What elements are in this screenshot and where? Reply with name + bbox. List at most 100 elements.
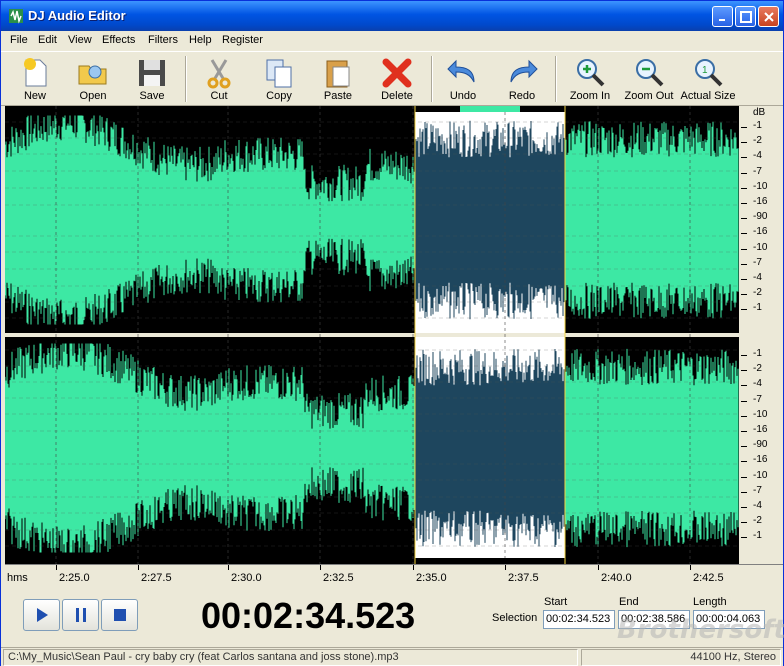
- menu-effects[interactable]: Effects: [102, 34, 135, 46]
- menu-view[interactable]: View: [68, 34, 92, 46]
- top-channel-db-label: -4: [753, 272, 762, 283]
- db-tick: [741, 187, 747, 189]
- stop-icon: [114, 609, 126, 621]
- selection-label: Selection: [492, 612, 538, 624]
- ruler-tick-label: 2:27.5: [141, 572, 172, 584]
- toolbar-separator: [555, 56, 557, 102]
- open-button[interactable]: Open: [71, 54, 115, 104]
- ruler-tick-label: 2:35.0: [416, 572, 447, 584]
- copy-icon: [266, 59, 292, 88]
- play-button[interactable]: [23, 599, 60, 631]
- db-tick: [741, 446, 747, 448]
- selection-top-marker: [460, 106, 520, 112]
- zoom-in-button[interactable]: Zoom In: [567, 54, 613, 104]
- ruler-tick: [56, 565, 57, 570]
- window-title: DJ Audio Editor: [28, 8, 126, 23]
- bottom-channel-db-label: -16: [753, 454, 768, 466]
- zoom-in-icon: [577, 59, 605, 87]
- delete-button[interactable]: Delete: [375, 54, 419, 104]
- pause-button[interactable]: [62, 599, 99, 631]
- ruler-tick-label: 2:25.0: [59, 572, 90, 584]
- zoom-out-button[interactable]: Zoom Out: [623, 54, 675, 104]
- bottom-channel-db-label: -2: [753, 363, 762, 375]
- menu-help[interactable]: Help: [189, 34, 212, 46]
- minimize-button[interactable]: [712, 6, 733, 27]
- db-tick: [741, 415, 747, 417]
- title-bar[interactable]: DJ Audio Editor: [1, 1, 783, 31]
- top-channel-db-label: -16: [753, 196, 768, 207]
- db-tick: [741, 203, 747, 204]
- top-channel-db-label: -10: [753, 241, 768, 253]
- ruler-tick: [138, 565, 139, 570]
- menu-bar: File Edit View Effects Filters Help Regi…: [1, 31, 783, 51]
- start-label: Start: [544, 596, 568, 608]
- cut-button[interactable]: Cut: [199, 54, 239, 104]
- top-channel-db-label: -2: [753, 287, 762, 299]
- svg-text:1: 1: [702, 65, 708, 76]
- db-tick: [741, 461, 747, 463]
- status-audio-format: 44100 Hz, Stereo: [581, 649, 781, 666]
- time-ruler[interactable]: hms 2:25.0 2:27.5 2:30.0 2:32.5 2:35.0 2:37.5…: [5, 564, 783, 589]
- db-tick: [741, 385, 747, 387]
- bottom-channel-db-label: -4: [753, 378, 762, 390]
- db-tick: [741, 309, 747, 311]
- pause-icon: [76, 608, 86, 622]
- status-bar: C:\My_Music\Sean Paul - cry baby cry (fe…: [1, 647, 783, 666]
- top-channel-db-label: -4: [753, 150, 762, 162]
- toolbar-separator: [185, 56, 187, 102]
- db-tick: [741, 522, 747, 524]
- redo-button[interactable]: Redo: [501, 54, 543, 104]
- db-tick: [741, 355, 747, 356]
- db-tick: [741, 476, 747, 478]
- stop-button[interactable]: [101, 599, 138, 631]
- actual-size-button[interactable]: 1 Actual Size: [679, 54, 737, 104]
- maximize-button[interactable]: [735, 6, 756, 27]
- undo-arrow-icon: [447, 59, 475, 83]
- menu-register[interactable]: Register: [222, 34, 263, 46]
- waveform-view[interactable]: [5, 106, 739, 564]
- ruler-tick-label: 2:37.5: [508, 572, 539, 584]
- top-channel-selection-core: [415, 185, 565, 255]
- close-button[interactable]: [758, 6, 779, 27]
- menu-edit[interactable]: Edit: [38, 34, 57, 46]
- ruler-tick: [320, 565, 321, 570]
- minimize-icon: [719, 19, 725, 21]
- open-folder-icon: [78, 65, 107, 85]
- top-channel-db-label: -10: [753, 180, 768, 192]
- db-tick: [741, 431, 747, 432]
- db-tick: [741, 400, 747, 402]
- waveform-canvas[interactable]: [5, 106, 739, 564]
- db-tick: [741, 172, 747, 174]
- save-disk-icon: [139, 60, 165, 86]
- db-tick: [741, 248, 747, 250]
- bottom-channel-db-label: -16: [753, 424, 768, 435]
- db-tick: [741, 263, 747, 265]
- new-file-icon: [24, 58, 47, 87]
- bottom-channel-db-label: -1: [753, 530, 762, 542]
- ruler-tick: [505, 565, 506, 570]
- paste-button[interactable]: Paste: [317, 54, 359, 104]
- length-label: Length: [693, 596, 727, 608]
- menu-filters[interactable]: Filters: [148, 34, 178, 46]
- new-button[interactable]: New: [15, 54, 55, 104]
- db-tick: [741, 537, 747, 539]
- ruler-tick: [413, 565, 414, 570]
- ruler-tick-label: 2:32.5: [323, 572, 354, 584]
- bottom-channel-db-label: -10: [753, 408, 768, 420]
- toolbar-separator: [431, 56, 433, 102]
- play-icon: [37, 608, 48, 622]
- undo-button[interactable]: Undo: [443, 54, 483, 104]
- status-file-path: C:\My_Music\Sean Paul - cry baby cry (fe…: [3, 649, 578, 666]
- redo-arrow-icon: [510, 59, 538, 83]
- save-button[interactable]: Save: [131, 54, 173, 104]
- db-tick: [741, 218, 747, 220]
- bottom-channel-db-label: -4: [753, 500, 762, 511]
- bottom-channel-db-label: -2: [753, 515, 762, 527]
- menu-file[interactable]: File: [10, 34, 28, 46]
- db-tick: [741, 279, 747, 280]
- bottom-channel-selection-core: [415, 413, 565, 483]
- copy-button[interactable]: Copy: [257, 54, 301, 104]
- db-tick: [741, 294, 747, 296]
- selection-start-field[interactable]: 00:02:34.523: [543, 610, 615, 629]
- paste-clipboard-icon: [326, 60, 350, 88]
